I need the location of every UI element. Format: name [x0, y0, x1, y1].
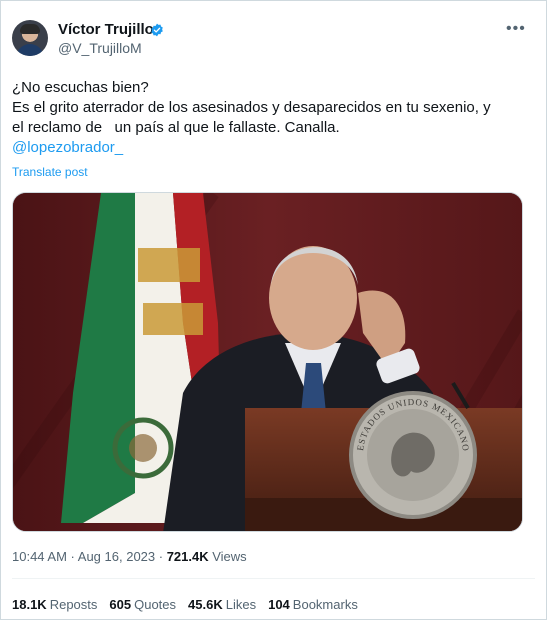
avatar-hair [20, 24, 40, 34]
mention-link[interactable]: @lopezobrador_ [12, 138, 532, 158]
author-name[interactable]: Víctor Trujillo [58, 21, 154, 38]
views-label: Views [208, 549, 247, 564]
tweet-line-2: Es el grito aterrador de los asesinados … [12, 99, 491, 116]
quotes-stat[interactable]: 605 Quotes [109, 597, 176, 612]
more-options-icon[interactable]: ••• [506, 20, 526, 38]
author-handle[interactable]: @V_TrujilloM [58, 40, 142, 56]
meta-separator: · [155, 549, 167, 564]
tweet-text: ¿No escuchas bien? Es el grito aterrador… [12, 78, 532, 158]
tweet-photo[interactable]: ESTADOS UNIDOS MEXICANOS [12, 192, 523, 532]
bookmarks-stat[interactable]: 104 Bookmarks [268, 597, 358, 612]
reposts-label: Reposts [49, 597, 98, 612]
tweet-line-3: el reclamo de un país al que le fallaste… [12, 119, 340, 136]
divider [12, 578, 535, 579]
verified-badge-icon [151, 23, 163, 37]
reposts-stat[interactable]: 18.1K Reposts [12, 597, 97, 612]
bookmarks-count: 104 [268, 597, 290, 612]
tweet-line-1: ¿No escuchas bien? [12, 79, 149, 96]
views-count: 721.4K [166, 549, 209, 564]
tweet-date[interactable]: Aug 16, 2023 [78, 549, 155, 564]
reposts-count: 18.1K [12, 597, 47, 612]
photo-illustration: ESTADOS UNIDOS MEXICANOS [13, 193, 522, 531]
quotes-count: 605 [109, 597, 132, 612]
avatar[interactable] [12, 20, 48, 56]
likes-stat[interactable]: 45.6K Likes [188, 597, 256, 612]
meta-separator: · [66, 549, 78, 564]
likes-count: 45.6K [188, 597, 223, 612]
tweet-time[interactable]: 10:44 AM [12, 549, 67, 564]
likes-label: Likes [225, 597, 257, 612]
translate-post-link[interactable]: Translate post [12, 165, 88, 179]
quotes-label: Quotes [134, 597, 177, 612]
bookmarks-label: Bookmarks [292, 597, 358, 612]
engagement-stats: 18.1K Reposts 605 Quotes 45.6K Likes 104 Boo… [12, 597, 358, 612]
tweet-meta: 10:44 AM · Aug 16, 2023 · 721.4K Views [12, 549, 247, 564]
avatar-shirt [16, 44, 44, 56]
